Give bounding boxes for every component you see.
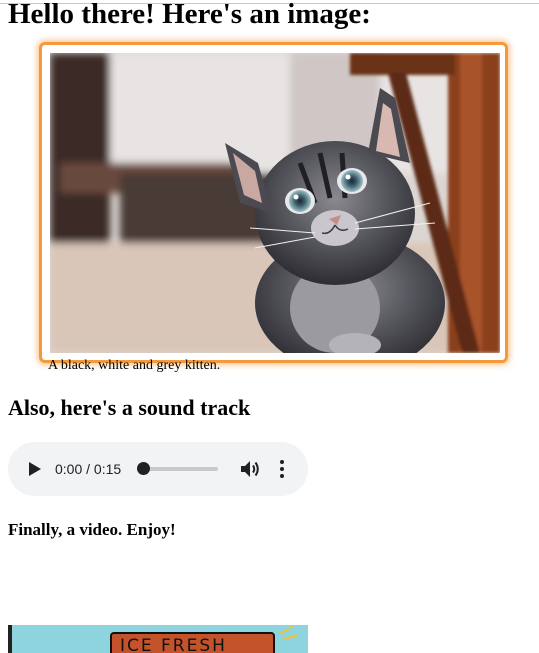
play-icon[interactable] (28, 461, 42, 477)
audio-section-heading: Also, here's a sound track (8, 395, 251, 420)
audio-seek-thumb[interactable] (137, 462, 150, 475)
image-figure (39, 42, 508, 363)
poster-sign-text: ICE FRESH (120, 636, 227, 653)
video-player[interactable]: ICE FRESH (8, 625, 308, 653)
page-heading: Hello there! Here's an image: (8, 0, 371, 30)
video-section-heading: Finally, a video. Enjoy! (8, 520, 176, 539)
image-caption: A black, white and grey kitten. (48, 358, 221, 373)
more-vert-icon[interactable] (275, 459, 289, 479)
audio-player[interactable]: 0:00 / 0:15 (8, 442, 308, 496)
audio-seek-bar[interactable] (144, 467, 218, 471)
kitten-image (50, 53, 500, 353)
volume-icon[interactable] (240, 460, 260, 478)
video-poster-image: ICE FRESH (8, 625, 308, 653)
audio-time-display: 0:00 / 0:15 (55, 461, 122, 477)
